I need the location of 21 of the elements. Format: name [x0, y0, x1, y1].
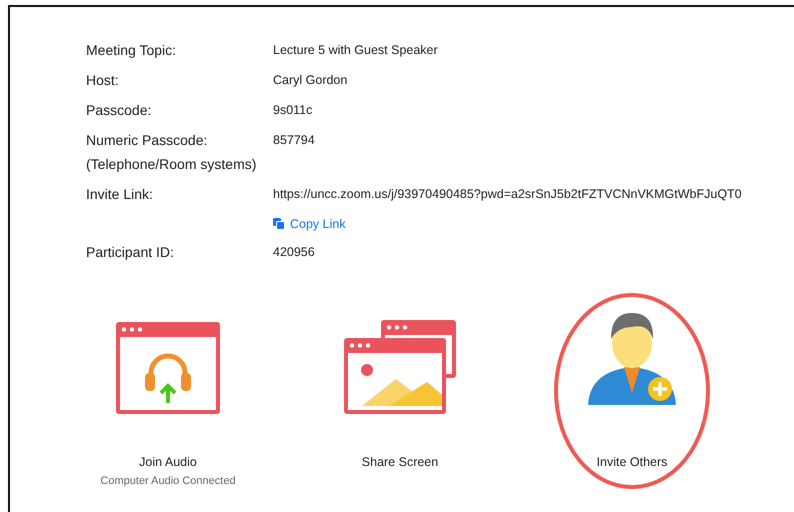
field-value: https://uncc.zoom.us/j/93970490485?pwd=a2srSnJ5b2tFZTVCNnVKMGtWbFJuQT0 — [273, 186, 743, 203]
field-label: Meeting Topic: — [86, 41, 178, 59]
field-label: Numeric Passcode: — [86, 131, 208, 149]
field-value: Caryl Gordon — [273, 72, 348, 89]
share-screen-icon[interactable] — [343, 319, 457, 415]
copy-icon — [273, 218, 285, 230]
field-label: Participant ID: — [86, 243, 175, 261]
audio-status: Computer Audio Connected — [100, 475, 236, 487]
field-value: Lecture 5 with Guest Speaker — [273, 42, 439, 59]
action-label: Join Audio — [139, 455, 197, 469]
action-label: Invite Others — [596, 455, 668, 469]
field-sublabel: (Telephone/Room systems) — [86, 155, 258, 173]
action-label: Share Screen — [362, 455, 438, 469]
field-label: Host: — [86, 71, 120, 89]
field-value: 857794 — [273, 132, 316, 149]
copy-link[interactable]: Copy Link — [273, 217, 346, 231]
field-value: 420956 — [273, 244, 316, 261]
field-value: 9s011c — [273, 102, 314, 119]
headphones-window-icon[interactable] — [115, 321, 221, 415]
field-label: Invite Link: — [86, 185, 154, 203]
field-label: Passcode: — [86, 101, 152, 119]
